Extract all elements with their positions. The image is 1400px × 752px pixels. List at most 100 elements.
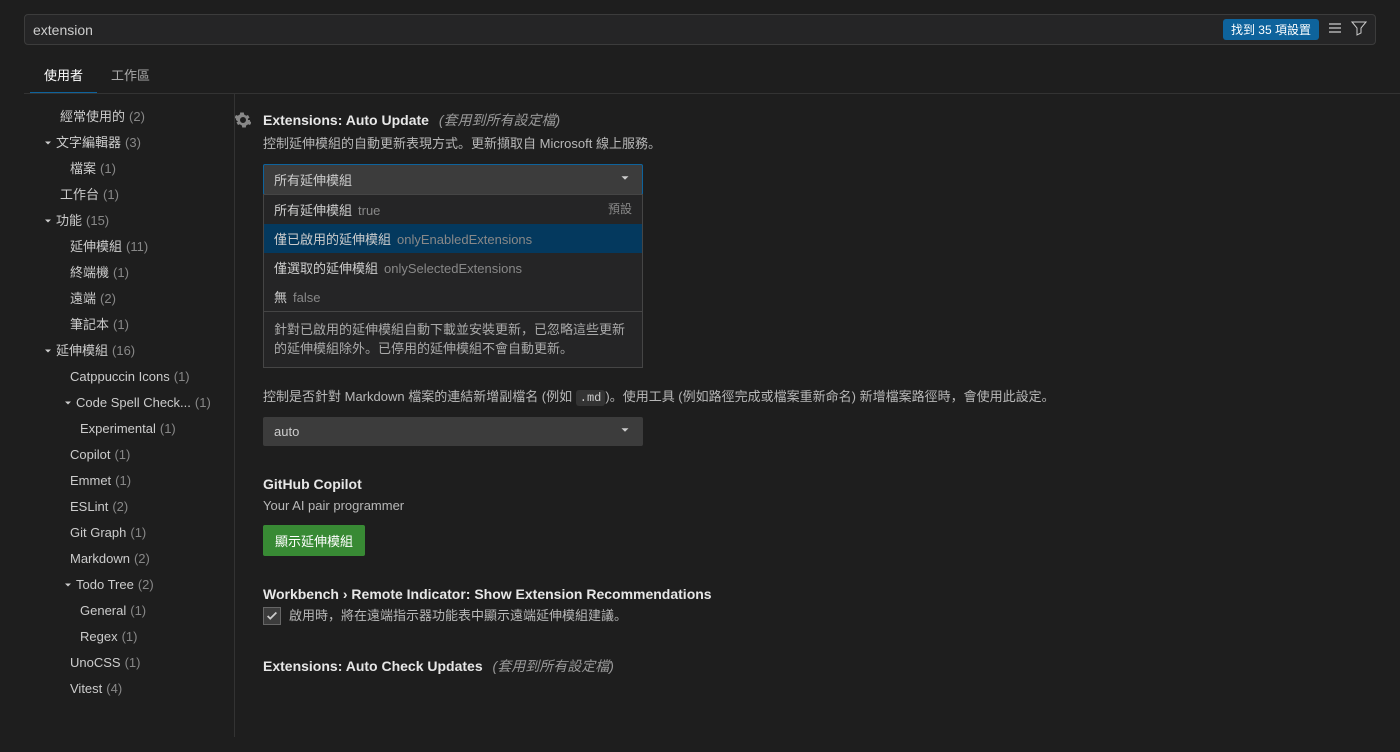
toc-item[interactable]: Catppuccin Icons(1) bbox=[0, 364, 234, 390]
toc-item[interactable]: Markdown(2) bbox=[0, 546, 234, 572]
setting-title: GitHub Copilot bbox=[263, 476, 1372, 492]
setting-scope-label: (套用到所有設定檔) bbox=[493, 658, 614, 674]
select-value: auto bbox=[274, 424, 299, 439]
setting-title: Extensions: Auto Update (套用到所有設定檔) bbox=[263, 110, 1372, 130]
setting-github-copilot: GitHub Copilot Your AI pair programmer 顯… bbox=[263, 476, 1372, 557]
show-extension-button[interactable]: 顯示延伸模組 bbox=[263, 525, 365, 556]
toc-item[interactable]: 功能(15) bbox=[0, 208, 234, 234]
toc-item[interactable]: Git Graph(1) bbox=[0, 520, 234, 546]
dropdown-option[interactable]: 所有延伸模組true預設 bbox=[264, 195, 642, 224]
toc-item[interactable]: 筆記本(1) bbox=[0, 312, 234, 338]
toc-item[interactable]: 終端機(1) bbox=[0, 260, 234, 286]
search-results-count-badge: 找到 35 項設置 bbox=[1223, 19, 1319, 40]
toc-item-label: Vitest bbox=[70, 678, 102, 700]
toc-item[interactable]: 文字編輯器(3) bbox=[0, 130, 234, 156]
setting-title: Workbench › Remote Indicator: Show Exten… bbox=[263, 586, 1372, 602]
setting-markdown-extension: 控制是否針對 Markdown 檔案的連結新增副檔名 (例如 .md)。使用工具… bbox=[263, 387, 1372, 446]
clear-search-icon[interactable] bbox=[1327, 20, 1343, 39]
setting-title: Extensions: Auto Check Updates (套用到所有設定檔… bbox=[263, 656, 1372, 676]
toc-item-count: (1) bbox=[195, 392, 211, 414]
toc-item[interactable]: 工作台(1) bbox=[0, 182, 234, 208]
setting-description: 啟用時，將在遠端指示器功能表中顯示遠端延伸模組建議。 bbox=[289, 606, 627, 626]
toc-item-label: Todo Tree bbox=[76, 574, 134, 596]
toc-item[interactable]: General(1) bbox=[0, 598, 234, 624]
toc-item[interactable]: Copilot(1) bbox=[0, 442, 234, 468]
chevron-down-icon bbox=[60, 579, 76, 591]
toc-item-label: Experimental bbox=[80, 418, 156, 440]
toc-item-count: (3) bbox=[125, 132, 141, 154]
toc-item[interactable]: Experimental(1) bbox=[0, 416, 234, 442]
toc-item-count: (1) bbox=[130, 522, 146, 544]
toc-item[interactable]: Code Spell Check...(1) bbox=[0, 390, 234, 416]
toc-item-count: (1) bbox=[115, 470, 131, 492]
toc-item[interactable]: ESLint(2) bbox=[0, 494, 234, 520]
tab-user[interactable]: 使用者 bbox=[30, 57, 97, 93]
toc-item-label: 筆記本 bbox=[70, 314, 109, 336]
setting-extensions-auto-update: Extensions: Auto Update (套用到所有設定檔) 控制延伸模… bbox=[263, 110, 1372, 195]
setting-description: 控制是否針對 Markdown 檔案的連結新增副檔名 (例如 .md)。使用工具… bbox=[263, 387, 1372, 407]
toc-item-label: General bbox=[80, 600, 126, 622]
settings-toc-sidebar: 經常使用的(2)文字編輯器(3)檔案(1)工作台(1)功能(15)延伸模組(11… bbox=[0, 94, 235, 737]
tab-workspace[interactable]: 工作區 bbox=[97, 57, 164, 93]
settings-content: Extensions: Auto Update (套用到所有設定檔) 控制延伸模… bbox=[235, 94, 1400, 737]
auto-update-dropdown: 所有延伸模組true預設僅已啟用的延伸模組onlyEnabledExtensio… bbox=[263, 194, 643, 368]
toc-item-count: (1) bbox=[125, 652, 141, 674]
markdown-ext-select[interactable]: auto bbox=[263, 417, 643, 446]
setting-description: 控制延伸模組的自動更新表現方式。更新擷取自 Microsoft 線上服務。 bbox=[263, 134, 1372, 154]
toc-item-count: (15) bbox=[86, 210, 109, 232]
code-inline: .md bbox=[576, 390, 606, 406]
toc-item-count: (2) bbox=[112, 496, 128, 518]
toc-item-count: (2) bbox=[138, 574, 154, 596]
chevron-down-icon bbox=[60, 397, 76, 409]
toc-item[interactable]: Vitest(4) bbox=[0, 676, 234, 702]
toc-item-count: (1) bbox=[174, 366, 190, 388]
auto-update-select[interactable]: 所有延伸模組 bbox=[263, 164, 643, 195]
toc-item[interactable]: Regex(1) bbox=[0, 624, 234, 650]
toc-item-count: (1) bbox=[103, 184, 119, 206]
toc-item-count: (16) bbox=[112, 340, 135, 362]
toc-item-label: Code Spell Check... bbox=[76, 392, 191, 414]
toc-item-count: (1) bbox=[113, 262, 129, 284]
toc-item-label: ESLint bbox=[70, 496, 108, 518]
toc-item-count: (1) bbox=[122, 626, 138, 648]
setting-auto-check-updates: Extensions: Auto Check Updates (套用到所有設定檔… bbox=[263, 656, 1372, 676]
toc-item-label: 延伸模組 bbox=[70, 236, 122, 258]
setting-scope-label: (套用到所有設定檔) bbox=[439, 112, 560, 128]
toc-item[interactable]: 遠端(2) bbox=[0, 286, 234, 312]
toc-item-label: 文字編輯器 bbox=[56, 132, 121, 154]
settings-search-input[interactable] bbox=[33, 22, 1223, 38]
toc-item-label: UnoCSS bbox=[70, 652, 121, 674]
toc-item-label: Copilot bbox=[70, 444, 110, 466]
toc-item-label: 延伸模組 bbox=[56, 340, 108, 362]
toc-item-count: (4) bbox=[106, 678, 122, 700]
dropdown-option[interactable]: 僅已啟用的延伸模組onlyEnabledExtensions bbox=[264, 224, 642, 253]
toc-item-label: 遠端 bbox=[70, 288, 96, 310]
toc-item[interactable]: Todo Tree(2) bbox=[0, 572, 234, 598]
toc-item-count: (2) bbox=[100, 288, 116, 310]
toc-item-count: (1) bbox=[113, 314, 129, 336]
toc-item-count: (1) bbox=[130, 600, 146, 622]
toc-item-label: 工作台 bbox=[60, 184, 99, 206]
toc-item[interactable]: 延伸模組(16) bbox=[0, 338, 234, 364]
remote-recommendations-checkbox[interactable] bbox=[263, 607, 281, 625]
toc-item[interactable]: 延伸模組(11) bbox=[0, 234, 234, 260]
toc-item-label: 經常使用的 bbox=[60, 106, 125, 128]
toc-item-count: (2) bbox=[134, 548, 150, 570]
chevron-down-icon bbox=[40, 137, 56, 149]
toc-item[interactable]: 經常使用的(2) bbox=[0, 104, 234, 130]
filter-icon[interactable] bbox=[1351, 20, 1367, 39]
toc-item[interactable]: 檔案(1) bbox=[0, 156, 234, 182]
dropdown-option[interactable]: 僅選取的延伸模組onlySelectedExtensions bbox=[264, 253, 642, 282]
toc-item-count: (1) bbox=[160, 418, 176, 440]
toc-item[interactable]: UnoCSS(1) bbox=[0, 650, 234, 676]
select-value: 所有延伸模組 bbox=[274, 170, 352, 189]
toc-item-count: (1) bbox=[114, 444, 130, 466]
toc-item-label: Regex bbox=[80, 626, 118, 648]
toc-item[interactable]: Emmet(1) bbox=[0, 468, 234, 494]
dropdown-option[interactable]: 無false bbox=[264, 282, 642, 311]
gear-icon[interactable] bbox=[235, 112, 251, 131]
setting-remote-indicator-recommendations: Workbench › Remote Indicator: Show Exten… bbox=[263, 586, 1372, 626]
settings-search-bar: 找到 35 項設置 bbox=[24, 14, 1376, 45]
toc-item-label: 檔案 bbox=[70, 158, 96, 180]
dropdown-option-description: 針對已啟用的延伸模組自動下載並安裝更新，已忽略這些更新的延伸模組除外。已停用的延… bbox=[264, 312, 642, 367]
